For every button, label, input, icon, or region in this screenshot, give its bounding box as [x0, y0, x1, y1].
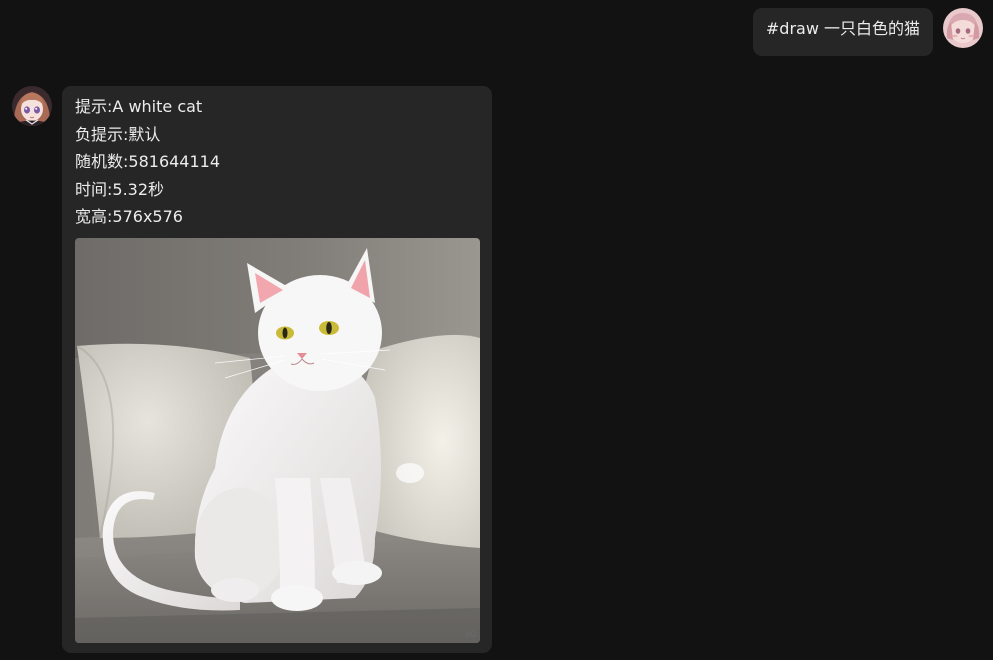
user-message: #draw 一只白色的猫 [752, 8, 983, 56]
seed-line: 随机数:581644114 [75, 148, 481, 176]
bot-message-bubble: 提示:A white cat 负提示:默认 随机数:581644114 时间:5… [62, 86, 492, 653]
chat-panel: #draw 一只白色的猫 提示:A white cat 负提示:默认 随机数:5… [0, 0, 993, 660]
image-watermark: oO [465, 629, 476, 640]
user-message-bubble: #draw 一只白色的猫 [752, 8, 933, 56]
bot-message: 提示:A white cat 负提示:默认 随机数:581644114 时间:5… [12, 86, 492, 653]
prompt-line: 提示:A white cat [75, 93, 481, 121]
size-value: 576x576 [112, 207, 183, 226]
seed-label: 随机数: [75, 152, 129, 171]
user-avatar-icon[interactable] [943, 8, 983, 48]
negative-prompt-line: 负提示:默认 [75, 121, 481, 149]
prompt-value: A white cat [112, 97, 203, 116]
time-line: 时间:5.32秒 [75, 176, 481, 204]
size-label: 宽高: [75, 207, 113, 226]
size-line: 宽高:576x576 [75, 203, 481, 231]
bot-avatar-icon[interactable] [12, 86, 52, 126]
prompt-label: 提示: [75, 97, 113, 116]
time-label: 时间: [75, 179, 113, 199]
negative-prompt-label: 负提示: [75, 124, 129, 144]
generated-cat-image[interactable]: oO [75, 237, 480, 643]
time-value: 5.32秒 [112, 179, 165, 199]
negative-prompt-value: 默认 [128, 124, 161, 144]
user-message-text: #draw 一只白色的猫 [765, 19, 920, 38]
seed-value: 581644114 [128, 152, 221, 171]
